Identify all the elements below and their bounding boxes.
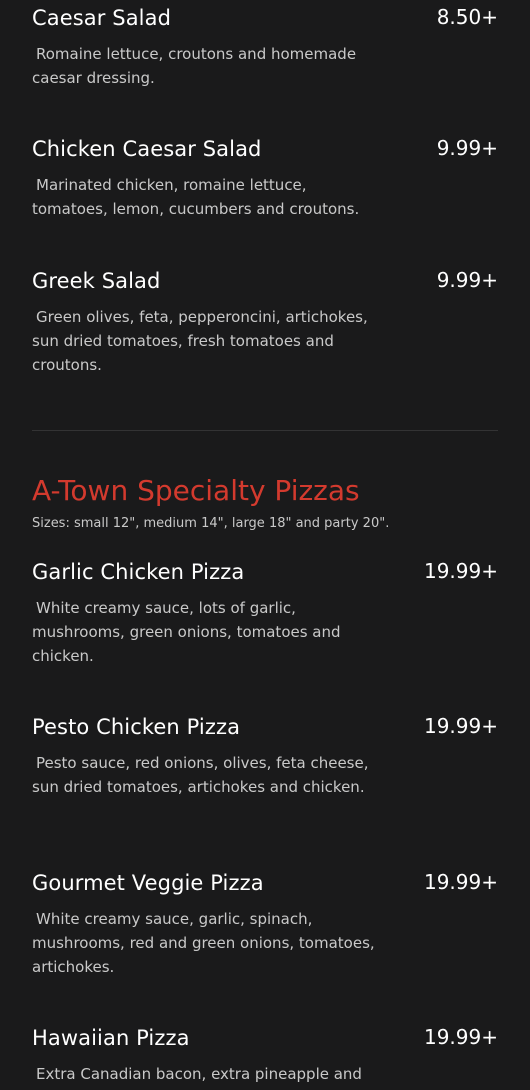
menu-item-description: White creamy sauce, garlic, spinach, mus… bbox=[32, 910, 375, 976]
menu-item-price: 9.99+ bbox=[436, 136, 498, 160]
menu-page: Caesar Salad 8.50+ Romaine lettuce, crou… bbox=[0, 0, 530, 1090]
menu-item-name: Gourmet Veggie Pizza bbox=[32, 871, 264, 895]
menu-item-description: Romaine lettuce, croutons and homemade c… bbox=[32, 45, 357, 87]
menu-item-name: Greek Salad bbox=[32, 269, 161, 293]
menu-item-description: Extra Canadian bacon, extra pineapple an… bbox=[36, 1065, 362, 1083]
section-divider bbox=[32, 430, 498, 431]
menu-item-price: 19.99+ bbox=[423, 870, 498, 894]
menu-item-name: Chicken Caesar Salad bbox=[32, 137, 262, 161]
menu-item-price: 19.99+ bbox=[423, 714, 498, 738]
menu-item-description: White creamy sauce, lots of garlic, mush… bbox=[32, 599, 341, 665]
menu-item-price: 8.50+ bbox=[436, 5, 498, 29]
menu-item-name: Garlic Chicken Pizza bbox=[32, 560, 245, 584]
section-subtitle: Sizes: small 12", medium 14", large 18" … bbox=[32, 516, 390, 531]
menu-item-price: 9.99+ bbox=[436, 268, 498, 292]
menu-item-name: Hawaiian Pizza bbox=[32, 1026, 190, 1050]
menu-item-price: 19.99+ bbox=[423, 559, 498, 583]
menu-item-description: Pesto sauce, red onions, olives, feta ch… bbox=[32, 754, 369, 796]
menu-item-description: Green olives, feta, pepperoncini, artich… bbox=[32, 308, 368, 374]
menu-item-name: Caesar Salad bbox=[32, 6, 172, 30]
section-title: A-Town Specialty Pizzas bbox=[32, 474, 360, 507]
menu-item-price: 19.99+ bbox=[423, 1025, 498, 1049]
menu-item-name: Pesto Chicken Pizza bbox=[32, 715, 241, 739]
menu-item-description: Marinated chicken, romaine lettuce, toma… bbox=[32, 176, 360, 218]
